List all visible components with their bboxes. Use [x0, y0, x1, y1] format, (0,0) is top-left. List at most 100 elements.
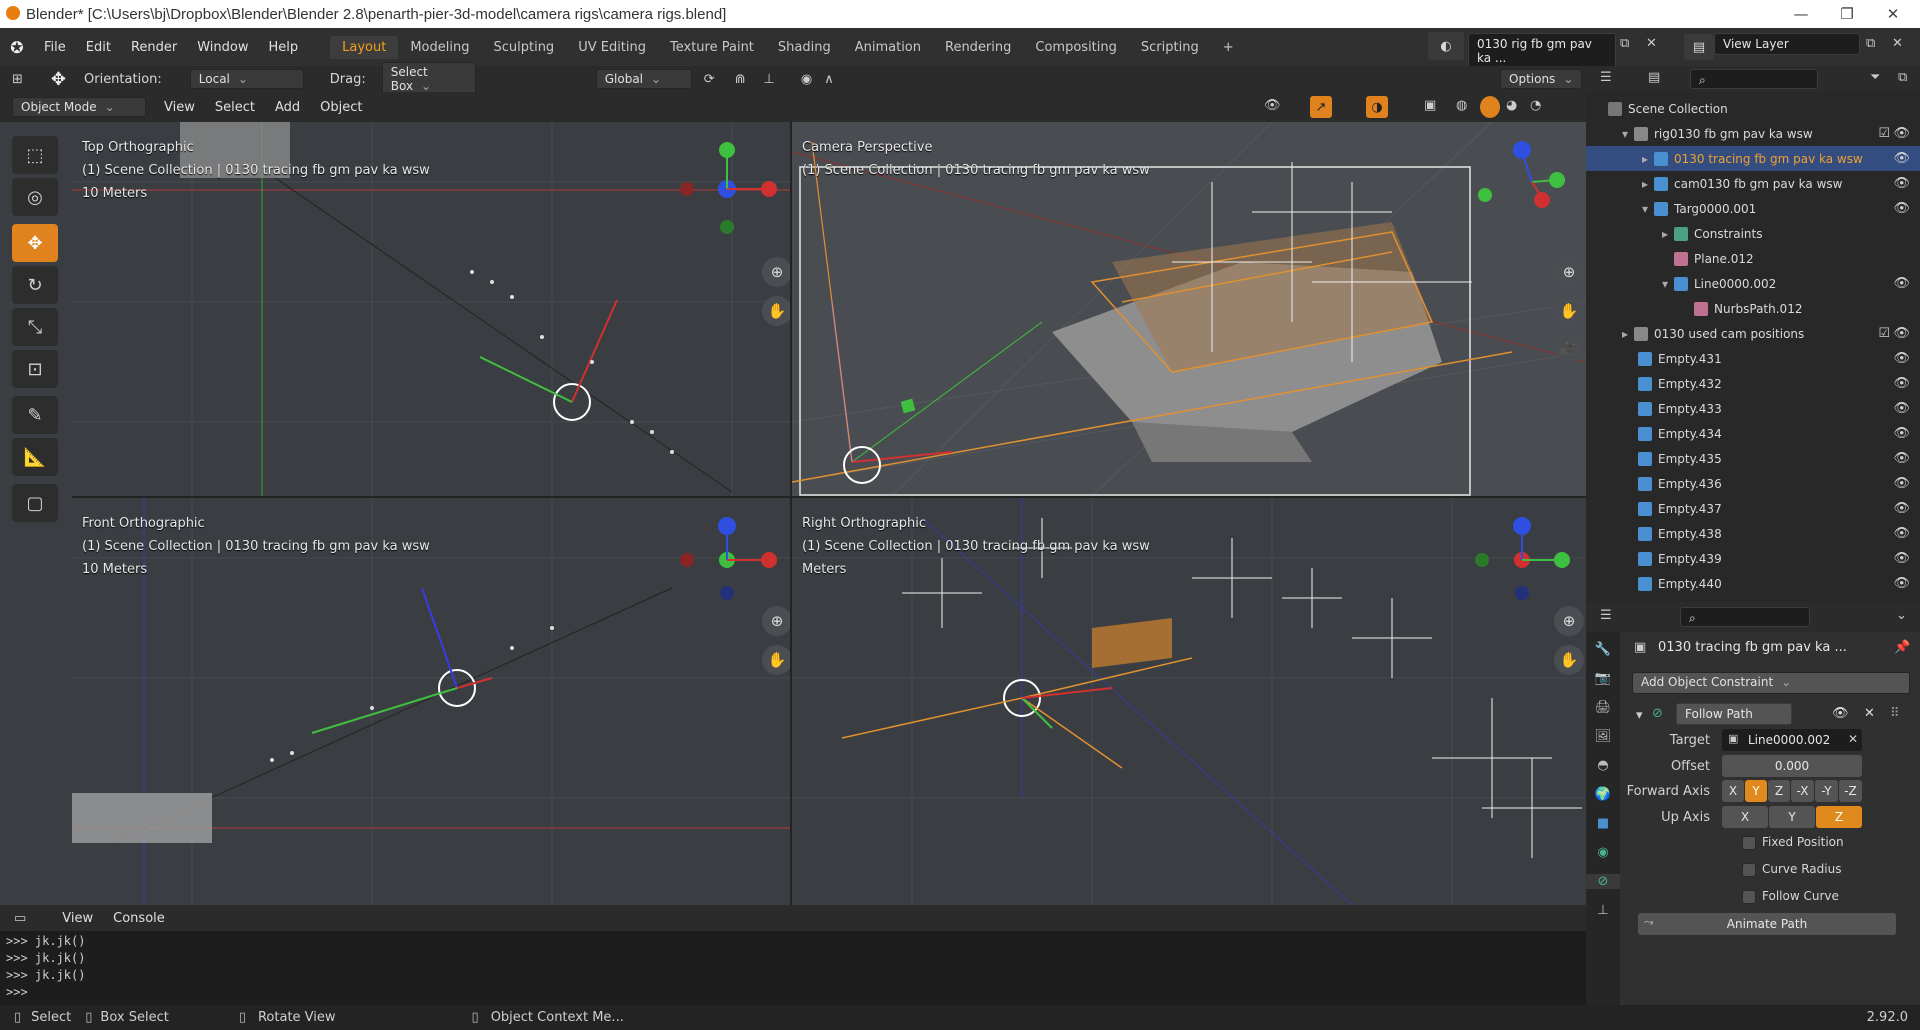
forward-axis-y[interactable]: Y: [1745, 780, 1767, 802]
pin-icon[interactable]: 📌: [1894, 640, 1910, 655]
constraint-visibility-icon[interactable]: 👁: [1832, 706, 1849, 721]
pan-hand-icon[interactable]: ✋: [1554, 645, 1584, 675]
new-collection-icon[interactable]: ⧉: [1898, 70, 1907, 85]
add-object-constraint-dropdown[interactable]: Add Object Constraint: [1632, 672, 1910, 694]
eye-icon[interactable]: 👁: [1893, 476, 1910, 491]
outliner-row[interactable]: Plane.012: [1586, 246, 1920, 271]
gizmo-toggle-icon[interactable]: ↗: [1310, 96, 1332, 118]
outliner-row[interactable]: Empty.437 👁: [1586, 496, 1920, 521]
new-view-layer-icon[interactable]: ⧉: [1866, 36, 1875, 51]
overlay-toggle-icon[interactable]: ◑: [1366, 96, 1388, 118]
viewport-right-orthographic[interactable]: Right Orthographic (1) Scene Collection …: [792, 498, 1586, 905]
checkbox-icon[interactable]: ☑: [1878, 126, 1890, 141]
move-tool-button-icon[interactable]: ✥: [12, 224, 58, 262]
scene-name-field[interactable]: 0130 rig fb gm pav ka ...: [1468, 33, 1616, 69]
eye-icon[interactable]: 👁: [1893, 351, 1910, 366]
select-box-tool-icon[interactable]: ⬚: [12, 136, 58, 174]
console-editor-type-icon[interactable]: ▭: [14, 911, 26, 926]
outliner-row[interactable]: Empty.439 👁: [1586, 546, 1920, 571]
xray-icon[interactable]: ▣: [1424, 98, 1436, 113]
snap-icon[interactable]: ⋒: [735, 72, 746, 87]
outliner-row[interactable]: ▸ Constraints: [1586, 221, 1920, 246]
outliner-row[interactable]: ▾ rig0130 fb gm pav ka wsw ☑ 👁: [1586, 121, 1920, 146]
falloff-icon[interactable]: ∧: [824, 72, 834, 87]
pan-hand-icon[interactable]: ✋: [1554, 296, 1584, 326]
viewport-menu-object[interactable]: Object: [310, 100, 372, 115]
console-prompt[interactable]: >>>: [6, 984, 1580, 1001]
delete-scene-icon[interactable]: ✕: [1646, 36, 1657, 51]
eye-icon[interactable]: 👁: [1893, 401, 1910, 416]
constraints-tab-icon[interactable]: ⊘: [1586, 874, 1620, 889]
eye-icon[interactable]: 👁: [1893, 526, 1910, 541]
zoom-icon[interactable]: ⊕: [762, 606, 790, 636]
cursor-tool-icon[interactable]: ◎: [12, 178, 58, 216]
restore-button[interactable]: ❐: [1824, 0, 1870, 28]
tab-shading[interactable]: Shading: [766, 36, 843, 59]
camera-view-icon[interactable]: 🎥: [1554, 332, 1584, 362]
blender-menu-icon[interactable]: ✪: [0, 38, 34, 57]
rendered-shading-icon[interactable]: ◔: [1530, 98, 1541, 113]
menu-file[interactable]: File: [34, 40, 76, 55]
snap-target-icon[interactable]: ⊥: [764, 72, 775, 87]
viewport-top-orthographic[interactable]: Top Orthographic (1) Scene Collection | …: [72, 122, 790, 496]
tab-compositing[interactable]: Compositing: [1023, 36, 1129, 59]
properties-editor-type-icon[interactable]: ☰: [1600, 608, 1612, 623]
outliner-row[interactable]: NurbsPath.012: [1586, 296, 1920, 321]
minimize-button[interactable]: —: [1778, 0, 1824, 28]
proportional-edit-icon[interactable]: ◉: [801, 72, 812, 87]
pan-hand-icon[interactable]: ✋: [762, 296, 790, 326]
new-scene-icon[interactable]: ⧉: [1620, 36, 1629, 51]
tab-texture-paint[interactable]: Texture Paint: [658, 36, 766, 59]
outliner-row[interactable]: Empty.435 👁: [1586, 446, 1920, 471]
up-axis-y[interactable]: Y: [1769, 806, 1815, 828]
console-menu-console[interactable]: Console: [103, 911, 175, 926]
eye-icon[interactable]: 👁: [1893, 201, 1910, 216]
checkbox-icon[interactable]: ☑: [1878, 326, 1890, 341]
scale-tool-icon[interactable]: ⤡: [12, 308, 58, 346]
data-tab-icon[interactable]: ⊥: [1586, 903, 1620, 918]
outliner-row[interactable]: Empty.438 👁: [1586, 521, 1920, 546]
eye-icon[interactable]: 👁: [1893, 426, 1910, 441]
tab-rendering[interactable]: Rendering: [933, 36, 1023, 59]
physics-tab-icon[interactable]: ◉: [1586, 845, 1620, 860]
viewport-menu-view[interactable]: View: [154, 100, 205, 115]
outliner-row[interactable]: Empty.432 👁: [1586, 371, 1920, 396]
outliner-row[interactable]: ▾ Line0000.002 👁: [1586, 271, 1920, 296]
transform-tool-icon[interactable]: ⊡: [12, 350, 58, 388]
delete-view-layer-icon[interactable]: ✕: [1892, 36, 1903, 51]
outliner-row[interactable]: ▸ cam0130 fb gm pav ka wsw 👁: [1586, 171, 1920, 196]
outliner-row[interactable]: Empty.431 👁: [1586, 346, 1920, 371]
output-tab-icon[interactable]: 🖨: [1586, 700, 1620, 715]
outliner-row[interactable]: Empty.436 👁: [1586, 471, 1920, 496]
viewport-menu-add[interactable]: Add: [265, 100, 310, 115]
console-menu-view[interactable]: View: [52, 911, 103, 926]
properties-options-icon[interactable]: ⌄: [1896, 608, 1907, 623]
outliner-row[interactable]: Empty.440 👁: [1586, 571, 1920, 596]
rotate-tool-icon[interactable]: ↻: [12, 266, 58, 304]
zoom-icon[interactable]: ⊕: [1554, 257, 1584, 287]
transform-orientation-dropdown[interactable]: Global: [595, 69, 692, 89]
eye-icon[interactable]: 👁: [1893, 376, 1910, 391]
eye-icon[interactable]: 👁: [1893, 276, 1910, 291]
filter-icon[interactable]: ⏷: [1870, 70, 1880, 85]
menu-window[interactable]: Window: [187, 40, 258, 55]
scene-selector-icon[interactable]: ◐: [1428, 32, 1464, 60]
target-field[interactable]: Line0000.002: [1722, 729, 1862, 751]
material-shading-icon[interactable]: ◕: [1506, 98, 1517, 113]
zoom-icon[interactable]: ⊕: [1554, 606, 1584, 636]
close-window-button[interactable]: ✕: [1870, 0, 1916, 28]
curve-radius-checkbox[interactable]: [1742, 863, 1756, 877]
forward-axis-neg-y[interactable]: -Y: [1815, 780, 1838, 802]
menu-help[interactable]: Help: [259, 40, 309, 55]
menu-edit[interactable]: Edit: [76, 40, 121, 55]
eye-icon[interactable]: 👁: [1893, 576, 1910, 591]
eye-icon[interactable]: 👁: [1893, 126, 1910, 141]
eye-icon[interactable]: 👁: [1893, 501, 1910, 516]
animate-path-button[interactable]: Animate Path: [1638, 913, 1896, 935]
viewport-menu-select[interactable]: Select: [205, 100, 265, 115]
add-cube-tool-icon[interactable]: ▢: [12, 484, 58, 522]
eye-icon[interactable]: 👁: [1893, 326, 1910, 341]
clear-target-icon[interactable]: ✕: [1848, 732, 1858, 746]
up-axis-x[interactable]: X: [1722, 806, 1768, 828]
viewport-camera-perspective[interactable]: Camera Perspective (1) Scene Collection …: [792, 122, 1586, 496]
